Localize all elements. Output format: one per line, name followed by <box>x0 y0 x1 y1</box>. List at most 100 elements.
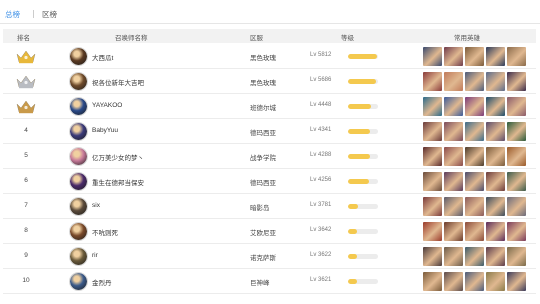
summoner-name[interactable]: rir <box>92 252 98 259</box>
hero-portrait-icon[interactable] <box>486 72 505 91</box>
hero-portrait-icon[interactable] <box>423 47 442 66</box>
avatar[interactable] <box>69 172 88 191</box>
summoner-name[interactable]: 大西瓜t <box>92 52 113 62</box>
hero-portrait-icon[interactable] <box>444 72 463 91</box>
summoner-name[interactable]: 亿万美少女的梦丶 <box>92 152 144 162</box>
summoner-level: Lv 4341 <box>310 127 332 133</box>
hero-portrait-icon[interactable] <box>507 272 526 291</box>
table-row[interactable]: 7 six 暗影岛 Lv 3781 <box>3 194 536 219</box>
hero-portrait-icon[interactable] <box>444 222 463 241</box>
hero-portrait-icon[interactable] <box>444 172 463 191</box>
hero-portrait-icon[interactable] <box>486 147 505 166</box>
hero-portrait-icon[interactable] <box>444 97 463 116</box>
hero-portrait-icon[interactable] <box>423 247 442 266</box>
column-header-rank[interactable]: 排名 <box>17 32 30 42</box>
hero-portrait-icon[interactable] <box>486 97 505 116</box>
hero-portrait-icon[interactable] <box>465 172 484 191</box>
hero-portrait-icon[interactable] <box>465 97 484 116</box>
hero-portrait-icon[interactable] <box>423 172 442 191</box>
hero-portrait-icon[interactable] <box>444 147 463 166</box>
hero-portrait-icon[interactable] <box>507 172 526 191</box>
summoner-name[interactable]: BabyYuu <box>92 127 118 134</box>
column-header-heroes[interactable]: 常用英雄 <box>454 32 480 42</box>
avatar[interactable] <box>69 272 88 291</box>
hero-portrait-icon[interactable] <box>486 172 505 191</box>
hero-portrait-icon[interactable] <box>423 72 442 91</box>
hero-portrait-icon[interactable] <box>423 272 442 291</box>
summoner-name[interactable]: 不吭则死 <box>92 227 118 237</box>
hero-portrait-icon[interactable] <box>507 122 526 141</box>
hero-portrait-icon[interactable] <box>486 222 505 241</box>
avatar[interactable] <box>69 122 88 141</box>
hero-portrait-icon[interactable] <box>444 122 463 141</box>
rank-number: 5 <box>24 152 28 159</box>
hero-portrait-icon[interactable] <box>486 247 505 266</box>
table-row[interactable]: 4 BabyYuu 德玛西亚 Lv 4341 <box>3 119 536 144</box>
table-row[interactable]: 6 重生在德邦当保安 德玛西亚 Lv 4256 <box>3 169 536 194</box>
server-region: 战争学院 <box>250 155 276 162</box>
hero-portrait-icon[interactable] <box>465 72 484 91</box>
avatar[interactable] <box>69 147 88 166</box>
hero-portrait-icon[interactable] <box>465 272 484 291</box>
table-row[interactable]: YAYAKOO 班德尔城 Lv 4448 <box>3 94 536 119</box>
hero-portrait-icon[interactable] <box>423 147 442 166</box>
server-region: 巨神峰 <box>250 280 270 287</box>
level-progress-bar <box>348 279 378 284</box>
avatar[interactable] <box>69 47 88 66</box>
hero-portrait-icon[interactable] <box>507 97 526 116</box>
table-row[interactable]: 祝各位新年大吉吧 黑色玫瑰 Lv 5686 <box>3 69 536 94</box>
hero-portrait-icon[interactable] <box>507 147 526 166</box>
hero-portrait-icon[interactable] <box>423 197 442 216</box>
summoner-name[interactable]: 金烈丹 <box>92 277 112 287</box>
summoner-level: Lv 3621 <box>310 277 332 283</box>
hero-portrait-icon[interactable] <box>486 47 505 66</box>
avatar[interactable] <box>69 72 88 91</box>
summoner-name[interactable]: six <box>92 202 100 209</box>
hero-portrait-icon[interactable] <box>444 197 463 216</box>
table-row[interactable]: 10 金烈丹 巨神峰 Lv 3621 <box>3 269 536 294</box>
hero-portrait-icon[interactable] <box>465 222 484 241</box>
summoner-name[interactable]: 重生在德邦当保安 <box>92 177 144 187</box>
tab-overall[interactable]: 总榜 <box>5 9 20 20</box>
avatar[interactable] <box>69 197 88 216</box>
hero-portrait-icon[interactable] <box>465 122 484 141</box>
server-region: 诺克萨斯 <box>250 255 276 262</box>
avatar[interactable] <box>69 247 88 266</box>
hero-portrait-icon[interactable] <box>423 122 442 141</box>
column-header-name[interactable]: 召唤师名称 <box>115 32 148 42</box>
hero-portrait-icon[interactable] <box>444 47 463 66</box>
tab-region[interactable]: 区榜 <box>42 9 57 20</box>
hero-portrait-icon[interactable] <box>507 197 526 216</box>
hero-portrait-icon[interactable] <box>423 222 442 241</box>
table-row[interactable]: 8 不吭则死 艾欧尼亚 Lv 3642 <box>3 219 536 244</box>
hero-portrait-icon[interactable] <box>465 197 484 216</box>
avatar[interactable] <box>69 97 88 116</box>
hero-portrait-icon[interactable] <box>465 247 484 266</box>
hero-portrait-icon[interactable] <box>444 247 463 266</box>
column-header-region[interactable]: 区服 <box>250 32 263 42</box>
hero-portrait-icon[interactable] <box>507 222 526 241</box>
hero-portrait-icon[interactable] <box>486 122 505 141</box>
table-row[interactable]: 大西瓜t 黑色玫瑰 Lv 5812 <box>3 44 536 69</box>
avatar[interactable] <box>69 222 88 241</box>
hero-portrait-icon[interactable] <box>465 47 484 66</box>
summoner-name[interactable]: 祝各位新年大吉吧 <box>92 77 144 87</box>
hero-portrait-icon[interactable] <box>423 97 442 116</box>
level-progress-bar <box>348 79 378 84</box>
level-progress-bar <box>348 204 378 209</box>
hero-portrait-icon[interactable] <box>507 47 526 66</box>
hero-portrait-icon[interactable] <box>486 272 505 291</box>
summoner-level: Lv 5686 <box>310 77 332 83</box>
summoner-level: Lv 3622 <box>310 252 332 258</box>
summoner-name[interactable]: YAYAKOO <box>92 102 122 109</box>
hero-portrait-icon[interactable] <box>486 197 505 216</box>
table-row[interactable]: 5 亿万美少女的梦丶 战争学院 Lv 4288 <box>3 144 536 169</box>
column-header-level[interactable]: 等级 <box>341 32 354 42</box>
hero-portrait-icon[interactable] <box>444 272 463 291</box>
table-row[interactable]: 9 rir 诺克萨斯 Lv 3622 <box>3 244 536 269</box>
summoner-level: Lv 3642 <box>310 227 332 233</box>
hero-portrait-icon[interactable] <box>465 147 484 166</box>
hero-portrait-icon[interactable] <box>507 72 526 91</box>
hero-portrait-icon[interactable] <box>507 247 526 266</box>
rank-number: 4 <box>24 127 28 134</box>
